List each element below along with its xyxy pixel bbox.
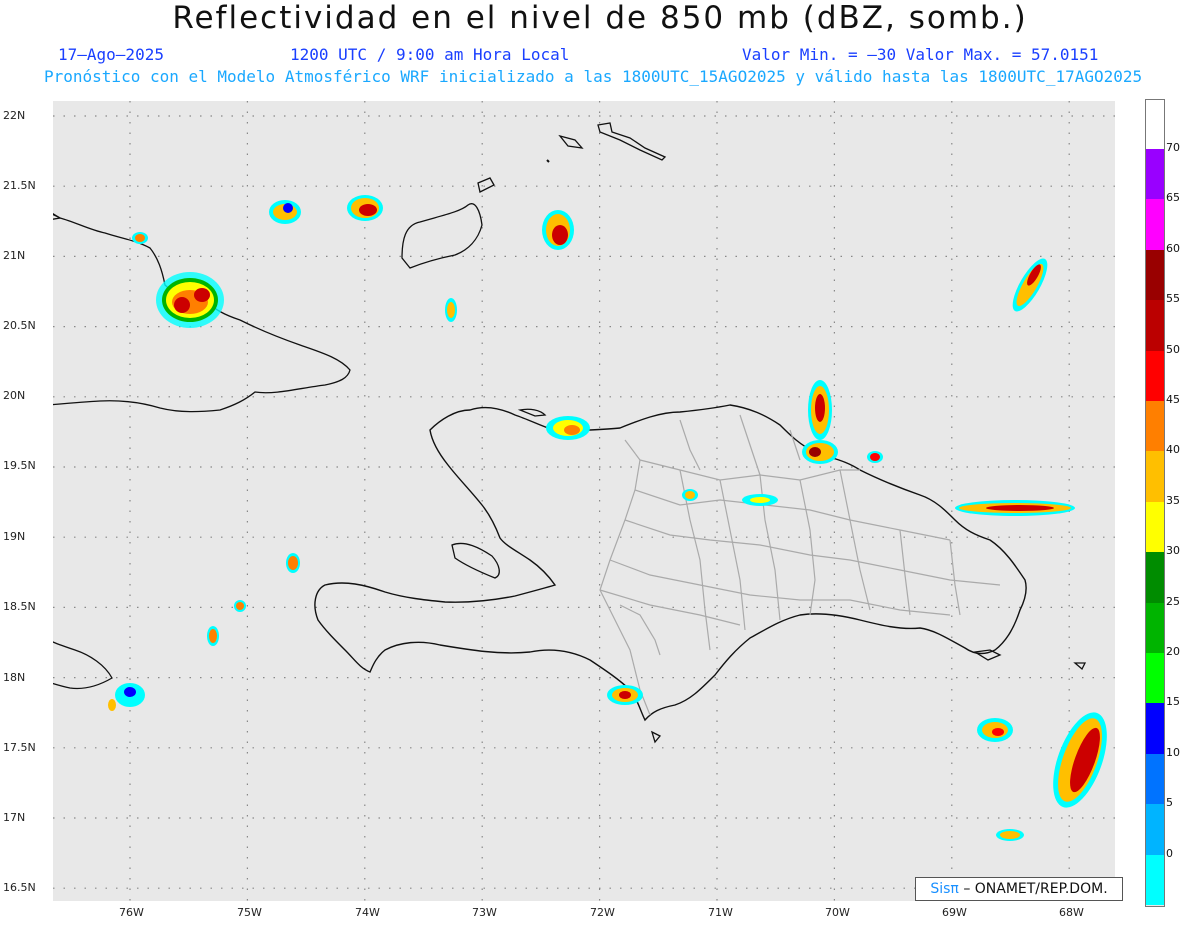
colorbar-label: 35 bbox=[1166, 493, 1180, 507]
colorbar-label: 50 bbox=[1166, 342, 1180, 356]
storm-cell bbox=[207, 626, 219, 646]
storm-cell bbox=[542, 210, 574, 250]
colorbar-label: 5 bbox=[1166, 796, 1173, 810]
lat-label: 17.5N bbox=[3, 741, 36, 754]
credit-box: Sisπ – ONAMET/REP.DOM. bbox=[915, 877, 1123, 901]
lon-label: 71W bbox=[708, 906, 733, 919]
colorbar-segment bbox=[1146, 602, 1164, 653]
lat-label: 19.5N bbox=[3, 459, 36, 472]
storm-cell bbox=[1053, 712, 1107, 808]
hispaniola-coastline bbox=[314, 404, 1027, 722]
bahamas-island-great-inagua bbox=[401, 203, 483, 269]
colorbar-label: 15 bbox=[1166, 695, 1180, 709]
turks-caicos bbox=[546, 159, 550, 163]
storm-cell bbox=[867, 451, 883, 463]
storm-cell bbox=[156, 272, 224, 328]
colorbar-segment bbox=[1146, 451, 1164, 502]
storm-cell bbox=[286, 553, 300, 573]
storm-cell bbox=[808, 380, 832, 440]
lat-label: 22N bbox=[3, 109, 26, 122]
colorbar-segment bbox=[1146, 552, 1164, 603]
storm-cell bbox=[1012, 258, 1048, 312]
colorbar-segment bbox=[1146, 653, 1164, 704]
province-boundaries bbox=[599, 414, 1001, 716]
lat-label: 17N bbox=[3, 811, 26, 824]
colorbar-segment bbox=[1146, 501, 1164, 553]
storm-cell bbox=[546, 416, 590, 440]
colorbar-segment bbox=[1146, 703, 1164, 754]
lon-label: 76W bbox=[119, 906, 144, 919]
colorbar-segment bbox=[1146, 300, 1164, 351]
colorbar-label: 40 bbox=[1166, 443, 1180, 457]
storm-cell bbox=[996, 829, 1024, 841]
reflectivity-cells bbox=[108, 195, 1107, 841]
colorbar-label: 30 bbox=[1166, 544, 1180, 558]
colorbar-segment bbox=[1146, 401, 1164, 452]
colorbar-label: 45 bbox=[1166, 393, 1180, 406]
gonave-island bbox=[451, 542, 500, 579]
storm-cell bbox=[742, 494, 778, 506]
colorbar-label: 25 bbox=[1166, 594, 1180, 608]
colorbar-label: 20 bbox=[1166, 645, 1180, 658]
sis-logo: Sisπ bbox=[930, 881, 959, 897]
lon-gridlines bbox=[129, 101, 1070, 901]
mona-island bbox=[1073, 662, 1087, 671]
lat-label: 18N bbox=[3, 671, 26, 684]
storm-cell bbox=[132, 232, 148, 244]
colorbar-label: 70 bbox=[1166, 141, 1180, 154]
colorbar-segment bbox=[1146, 199, 1164, 250]
storm-cell bbox=[108, 683, 145, 711]
lon-label: 75W bbox=[237, 906, 262, 919]
colorbar-label: 0 bbox=[1166, 846, 1173, 860]
storm-cell bbox=[955, 500, 1075, 516]
jamaica-coastline bbox=[53, 641, 113, 690]
map-svg bbox=[53, 101, 1115, 901]
storm-cell bbox=[445, 298, 457, 322]
colorbar-segment bbox=[1146, 249, 1164, 301]
lon-label: 73W bbox=[472, 906, 497, 919]
lon-label: 72W bbox=[590, 906, 615, 919]
lat-label: 16.5N bbox=[3, 881, 36, 894]
colorbar bbox=[1145, 99, 1165, 907]
storm-cell bbox=[607, 685, 643, 705]
colorbar-segment bbox=[1146, 905, 1164, 906]
lon-label: 74W bbox=[355, 906, 380, 919]
bahamas-island bbox=[597, 122, 667, 161]
saona-island bbox=[973, 649, 1002, 661]
storm-cell bbox=[269, 200, 301, 224]
lat-label: 20.5N bbox=[3, 319, 36, 332]
storm-cell bbox=[234, 600, 246, 612]
storm-cell bbox=[347, 195, 383, 221]
lat-gridlines bbox=[53, 115, 1115, 889]
storm-cell bbox=[977, 718, 1013, 742]
lon-label: 69W bbox=[942, 906, 967, 919]
colorbar-segment bbox=[1146, 753, 1164, 805]
lat-label: 19N bbox=[3, 530, 26, 543]
bahamas-island bbox=[53, 213, 62, 220]
colorbar-label: 65 bbox=[1166, 191, 1180, 205]
colorbar-segment bbox=[1146, 149, 1164, 200]
colorbar-label: 10 bbox=[1166, 745, 1180, 759]
bahamas-island bbox=[558, 134, 584, 149]
beata-island bbox=[650, 730, 662, 744]
colorbar-segment bbox=[1146, 804, 1164, 855]
colorbar-label: 55 bbox=[1166, 292, 1180, 306]
lon-label: 70W bbox=[825, 906, 850, 919]
colorbar-segment bbox=[1146, 854, 1164, 905]
bahamas-island bbox=[477, 177, 495, 193]
lat-label: 18.5N bbox=[3, 600, 36, 613]
colorbar-segment bbox=[1146, 350, 1164, 401]
storm-cell bbox=[682, 489, 698, 501]
storm-cell bbox=[802, 440, 838, 464]
tortuga-island bbox=[517, 408, 547, 417]
lon-label: 68W bbox=[1059, 906, 1084, 919]
lat-label: 21N bbox=[3, 249, 26, 262]
credit-text: – ONAMET/REP.DOM. bbox=[963, 881, 1108, 897]
lat-label: 21.5N bbox=[3, 179, 36, 192]
lat-label: 20N bbox=[3, 389, 26, 402]
colorbar-label: 60 bbox=[1166, 241, 1180, 255]
